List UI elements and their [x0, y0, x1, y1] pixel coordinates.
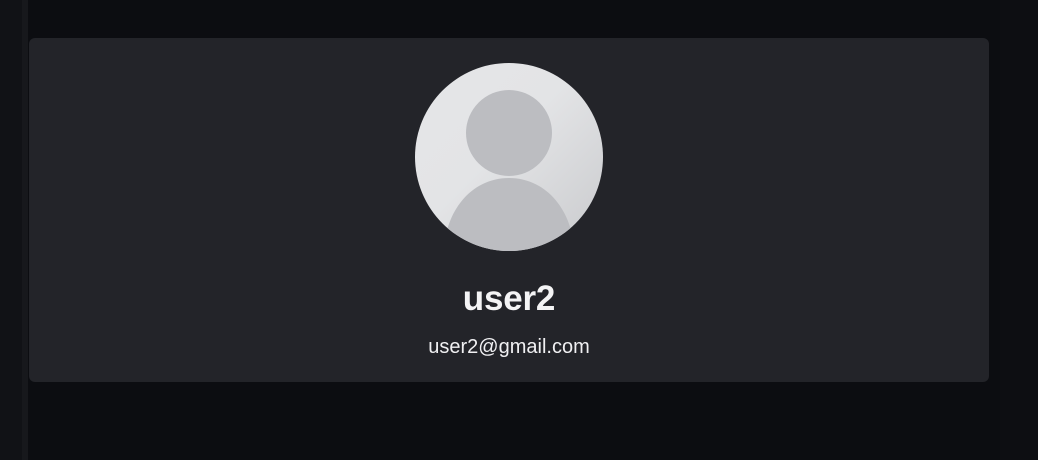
profile-card: user2 user2@gmail.com: [29, 38, 989, 382]
profile-page: user2 user2@gmail.com: [0, 0, 1038, 460]
avatar: [415, 63, 603, 251]
left-sidebar-rail: [0, 0, 24, 460]
sidebar-divider: [22, 0, 28, 460]
right-gutter: [1000, 0, 1038, 460]
default-user-avatar-icon: [444, 90, 574, 251]
profile-username: user2: [462, 279, 556, 318]
profile-email: user2@gmail.com: [428, 336, 590, 358]
